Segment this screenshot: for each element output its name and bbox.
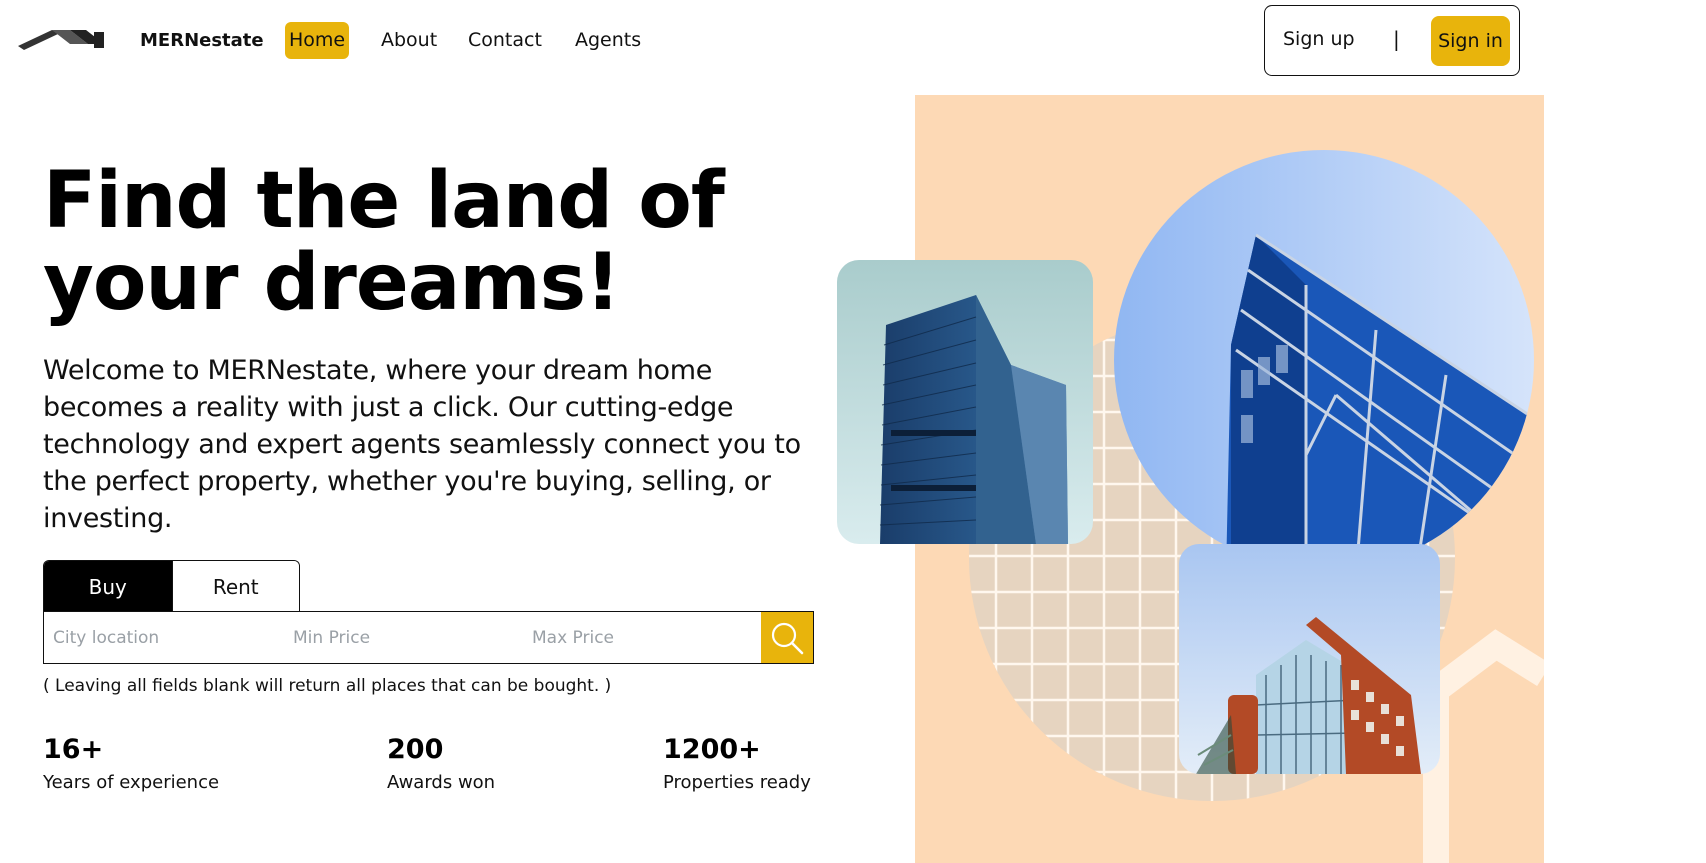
auth-box: Sign up | Sign in (1264, 5, 1520, 76)
building-photo-brick (1179, 544, 1440, 774)
search-button[interactable] (761, 612, 813, 663)
min-price-input[interactable] (293, 612, 513, 663)
max-price-input[interactable] (532, 612, 752, 663)
tab-rent[interactable]: Rent (171, 561, 299, 612)
tab-buy[interactable]: Buy (44, 561, 172, 612)
stat-value-properties: 1200+ (663, 734, 761, 765)
search-icon (771, 622, 804, 654)
city-location-input[interactable] (53, 612, 273, 663)
hero-title-line-1: Find the land of (43, 156, 725, 246)
sign-in-button[interactable]: Sign in (1431, 16, 1510, 66)
roof-logo-icon[interactable] (18, 26, 108, 54)
building-photo-tower (837, 260, 1093, 544)
hero-illustration (837, 95, 1544, 863)
nav-link-home[interactable]: Home (285, 22, 350, 59)
hero-title-line-2: your dreams! (43, 238, 621, 328)
stat-value-experience: 16+ (43, 734, 104, 765)
stat-label-properties: Properties ready (663, 772, 811, 793)
search-form (43, 611, 814, 664)
nav-link-about[interactable]: About (381, 22, 437, 59)
hero-description: Welcome to MERNestate, where your dream … (43, 355, 801, 534)
nav-link-agents[interactable]: Agents (575, 22, 641, 59)
stat-label-awards: Awards won (387, 772, 496, 793)
stat-label-experience: Years of experience (43, 772, 220, 793)
stat-value-awards: 200 (387, 734, 444, 765)
brand-name[interactable]: MERNestate (140, 30, 264, 51)
search-tabs: Buy Rent (43, 560, 300, 612)
auth-separator: | (1393, 27, 1400, 51)
sign-up-button[interactable]: Sign up (1283, 28, 1355, 50)
search-hint: ( Leaving all fields blank will return a… (43, 676, 612, 696)
nav-link-contact[interactable]: Contact (468, 22, 542, 59)
hero-title: Find the land of your dreams! (43, 160, 803, 324)
